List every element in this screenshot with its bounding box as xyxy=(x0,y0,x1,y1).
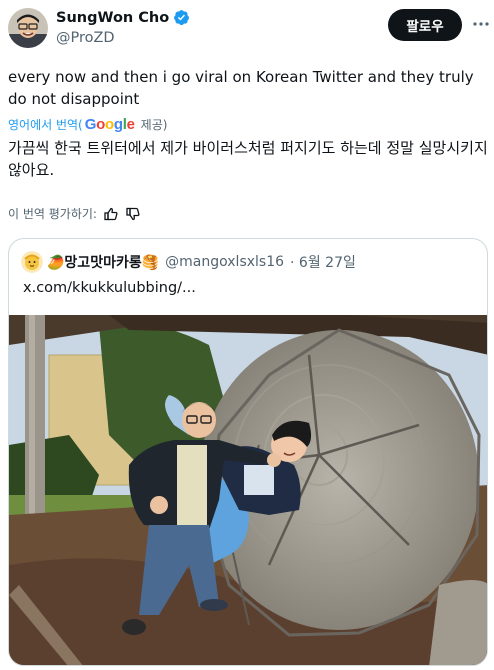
quoted-date: · 6월 27일 xyxy=(290,255,356,271)
verified-badge-icon xyxy=(174,10,190,26)
quoted-author-avatar xyxy=(21,251,43,273)
author-avatar[interactable] xyxy=(8,8,48,48)
quoted-handle: @mangoxlsxls16 xyxy=(165,254,285,270)
follow-button[interactable]: 팔로우 xyxy=(388,9,462,41)
google-logo: Google xyxy=(84,116,135,133)
author-handle[interactable]: @ProZD xyxy=(56,30,115,46)
quoted-display-name: 🥭망고맛마카롱🥞 xyxy=(47,255,160,271)
tweet-header: SungWon Cho @ProZD 팔로우 xyxy=(0,0,494,60)
quoted-tweet-header: 🥭망고맛마카롱🥞 @mangoxlsxls16 · 6월 27일 xyxy=(21,251,356,273)
rate-label: 이 번역 평가하기: xyxy=(8,207,97,221)
translate-provide: 제공) xyxy=(140,118,168,132)
more-icon[interactable] xyxy=(472,14,490,34)
thumbs-down-icon[interactable] xyxy=(125,206,141,222)
rate-translation: 이 번역 평가하기: xyxy=(8,205,141,222)
quoted-body: x.com/kkukkulubbing/... xyxy=(23,280,196,296)
quoted-tweet[interactable]: 🥭망고맛마카롱🥞 @mangoxlsxls16 · 6월 27일 x.com/k… xyxy=(8,238,488,666)
translation-source[interactable]: 영어에서 번역( Google 제공) xyxy=(8,116,167,133)
translate-label: 영어에서 번역( xyxy=(8,118,83,132)
tweet-text: every now and then i go viral on Korean … xyxy=(8,68,474,108)
author-display-name[interactable]: SungWon Cho xyxy=(56,10,169,26)
thumbs-up-icon[interactable] xyxy=(103,206,119,222)
translated-text: 가끔씩 한국 트위터에서 제가 바이러스처럼 퍼지기도 하는데 정말 실망시키지… xyxy=(8,139,488,179)
quoted-photo[interactable] xyxy=(9,315,488,666)
